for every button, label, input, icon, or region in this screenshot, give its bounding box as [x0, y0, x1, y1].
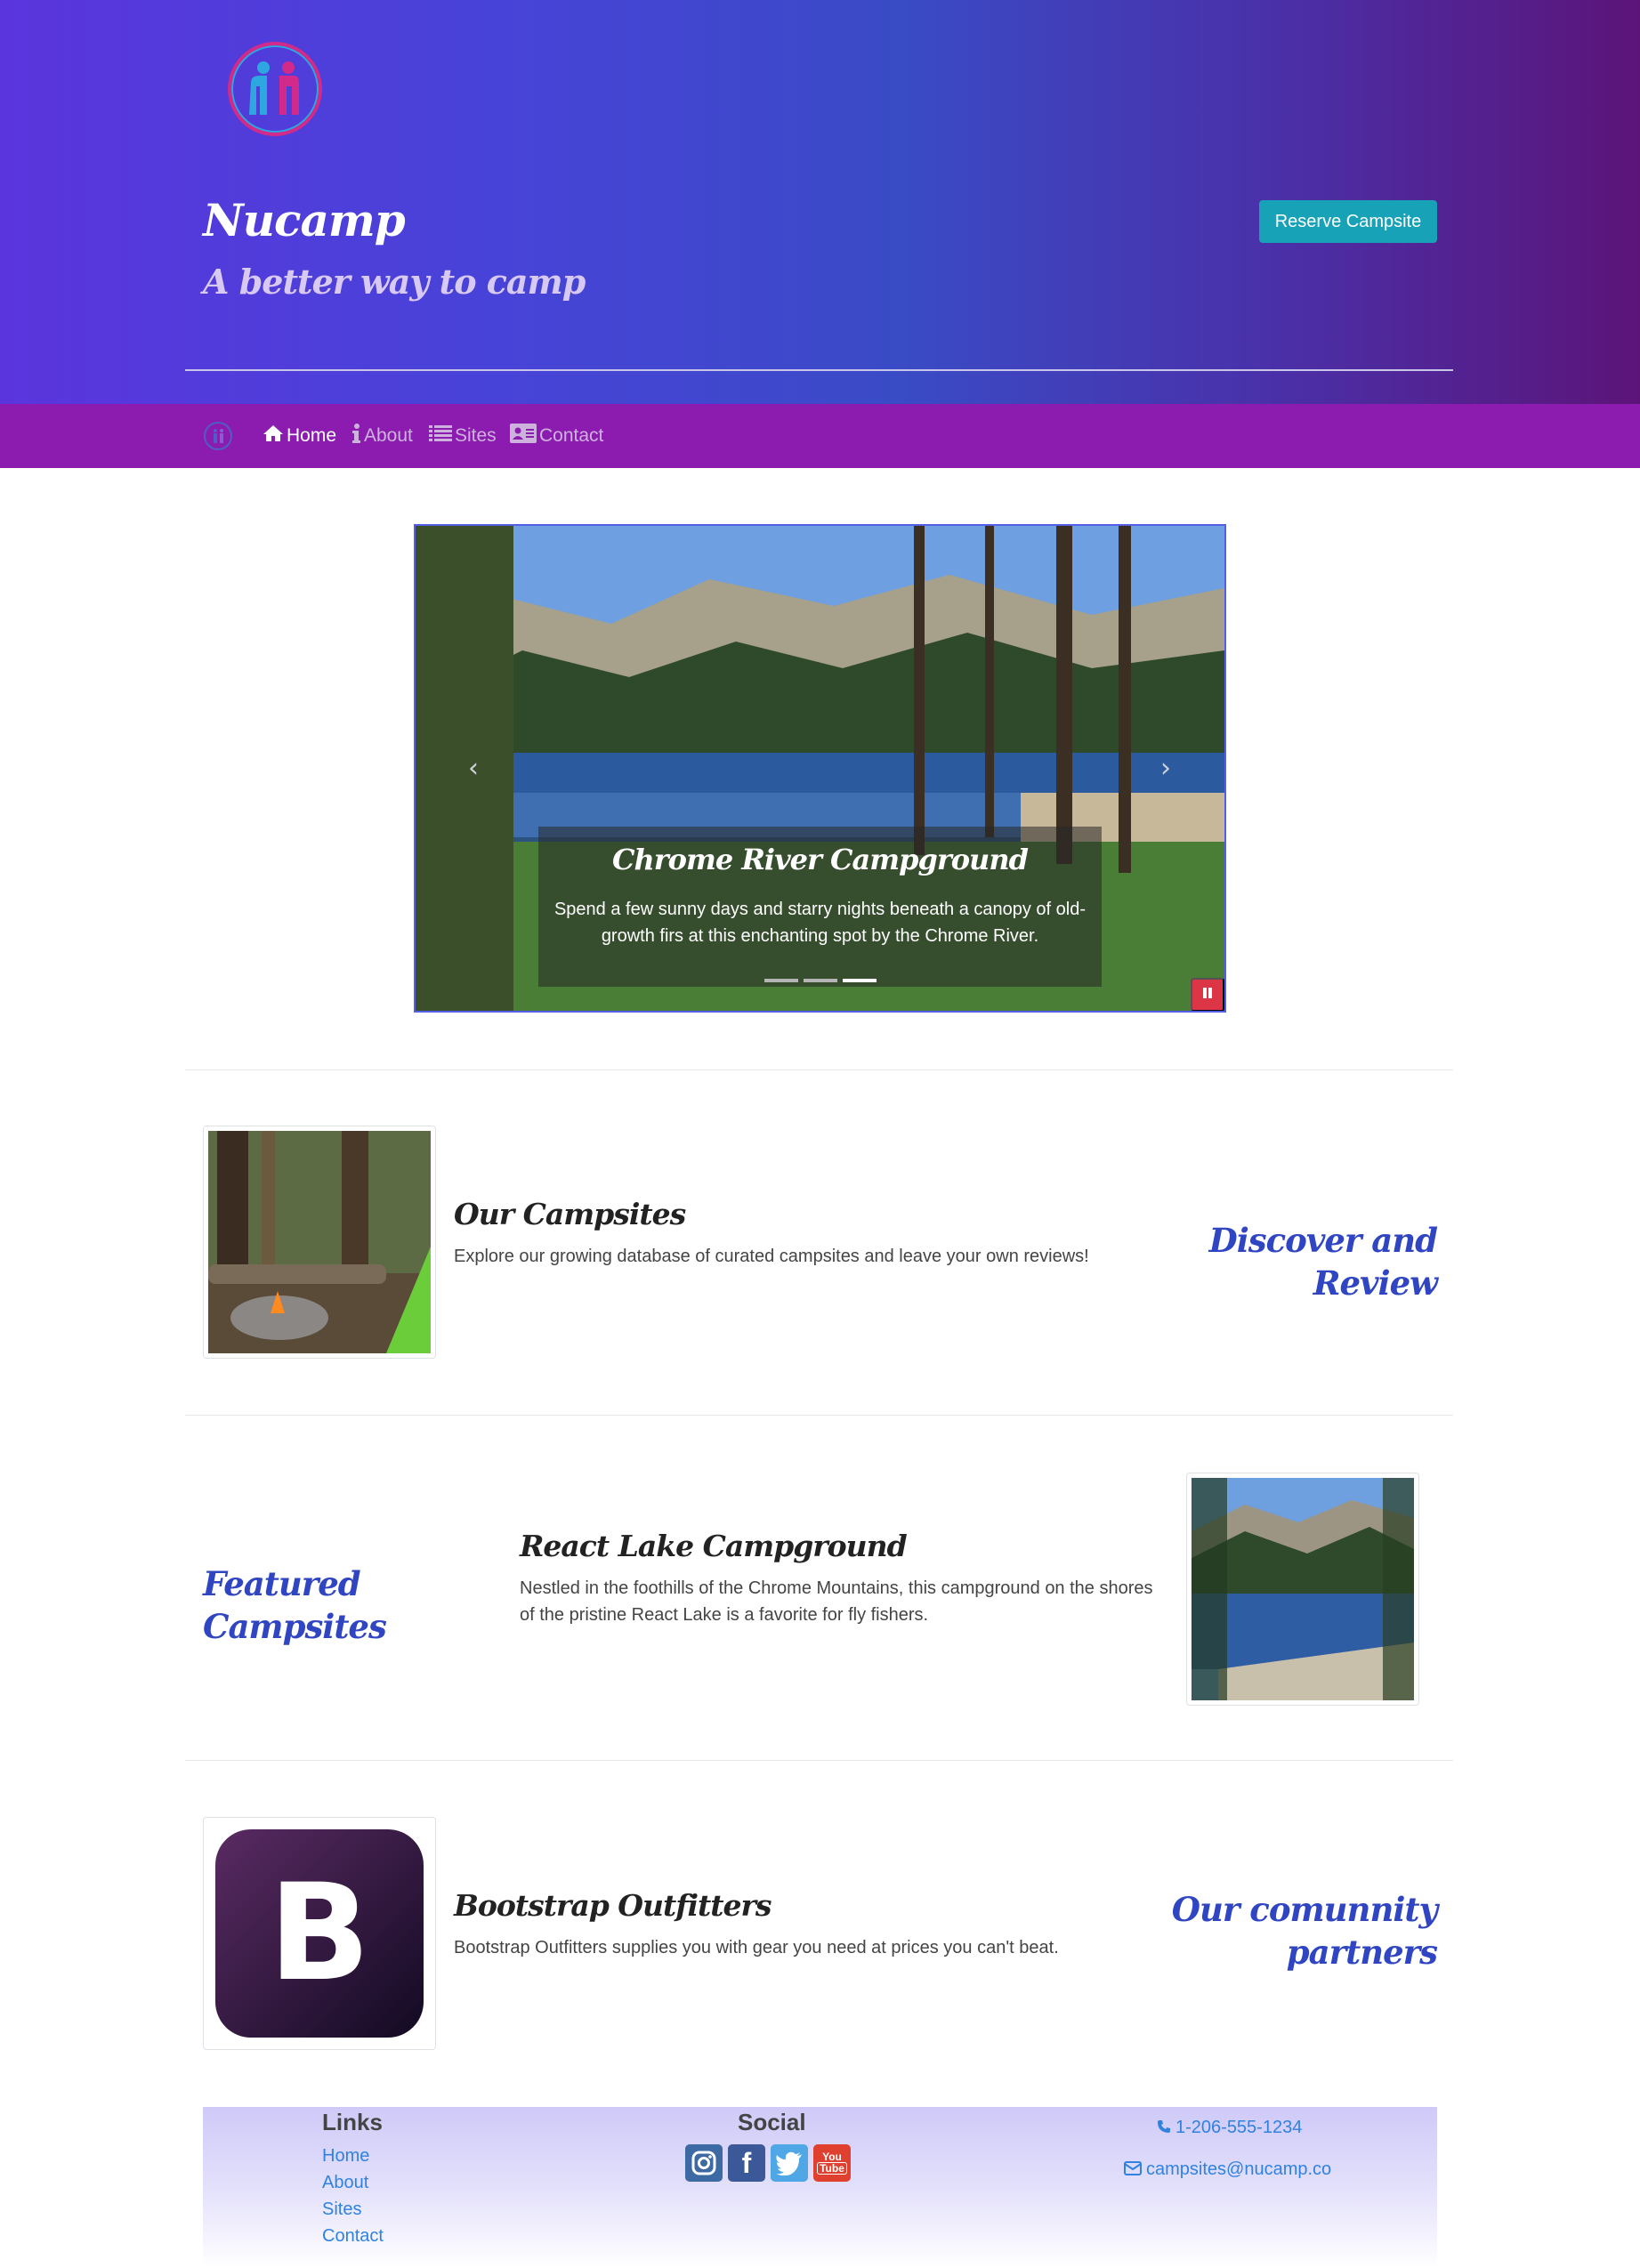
jumbotron: Nucamp A better way to camp Reserve Camp… — [0, 0, 1640, 404]
header-divider — [185, 369, 1453, 371]
phone-icon — [1157, 2119, 1171, 2137]
section-side-heading: Discover and Review — [1208, 1221, 1438, 1303]
section-text: Nestled in the foothills of the Chrome M… — [520, 1578, 1153, 1625]
navbar-logo[interactable] — [204, 422, 232, 450]
carousel-indicator[interactable] — [764, 979, 798, 982]
carousel-caption: Chrome River Campground Spend a few sunn… — [538, 827, 1102, 987]
carousel-next-icon[interactable]: › — [1154, 755, 1177, 782]
nav-label-home: Home — [287, 425, 337, 446]
react-lake-thumbnail — [1186, 1473, 1419, 1706]
nav-label-contact: Contact — [539, 425, 604, 446]
footer-email[interactable]: campsites@nucamp.co — [1124, 2159, 1331, 2180]
carousel-caption-title: Chrome River Campground — [612, 843, 1029, 876]
section-divider — [185, 1415, 1453, 1416]
carousel-prev-icon[interactable]: ‹ — [462, 755, 485, 782]
bootstrap-logo-letter: B — [268, 1856, 371, 2011]
nav-item-sites[interactable]: Sites — [429, 424, 497, 448]
nucamp-logo — [228, 42, 322, 136]
carousel-pause-button[interactable] — [1191, 978, 1224, 1011]
carousel-indicator-active[interactable] — [843, 979, 877, 982]
footer-links-heading: Links — [322, 2109, 383, 2135]
footer-link-sites[interactable]: Sites — [322, 2199, 361, 2220]
address-card-icon — [510, 424, 537, 448]
footer-social-heading: Social — [738, 2109, 806, 2135]
instagram-icon[interactable] — [685, 2144, 723, 2182]
reserve-campsite-button[interactable]: Reserve Campsite — [1259, 200, 1437, 243]
site-title: Nucamp — [203, 194, 406, 246]
footer-link-contact[interactable]: Contact — [322, 2226, 384, 2247]
footer-email-text: campsites@nucamp.co — [1146, 2159, 1332, 2179]
envelope-icon — [1124, 2160, 1142, 2179]
nav-label-sites: Sites — [455, 425, 497, 446]
list-icon — [429, 424, 452, 448]
nav-item-about[interactable]: About — [351, 424, 413, 448]
section-divider — [185, 1069, 1453, 1070]
facebook-icon[interactable]: f — [728, 2144, 765, 2182]
youtube-icon[interactable]: You Tube — [813, 2144, 851, 2182]
partner-logo-thumbnail: B — [203, 1817, 436, 2050]
pause-icon — [1201, 987, 1214, 1004]
section-title: Our Campsites — [454, 1197, 686, 1231]
main-navbar: Home About Sites Contact — [0, 404, 1640, 468]
twitter-icon[interactable] — [771, 2144, 808, 2182]
section-side-heading: Featured Campsites — [203, 1564, 387, 1646]
footer-phone[interactable]: 1-206-555-1234 — [1157, 2118, 1302, 2138]
site-subtitle: A better way to camp — [203, 262, 586, 302]
section-side-heading: Our comunnity partners — [1171, 1890, 1438, 1972]
nav-item-contact[interactable]: Contact — [510, 424, 603, 448]
section-text: Bootstrap Outfitters supplies you with g… — [454, 1938, 1059, 1957]
carousel-caption-text: Spend a few sunny days and starry nights… — [553, 900, 1087, 946]
info-icon — [351, 424, 361, 448]
nav-item-home[interactable]: Home — [263, 424, 336, 448]
footer-link-home[interactable]: Home — [322, 2146, 369, 2167]
nav-label-about: About — [364, 425, 413, 446]
footer-link-about[interactable]: About — [322, 2173, 368, 2193]
section-divider — [185, 1760, 1453, 1761]
footer-phone-text: 1-206-555-1234 — [1175, 2118, 1303, 2137]
campsites-thumbnail — [203, 1126, 436, 1359]
home-icon — [263, 424, 284, 448]
campsite-carousel[interactable]: ‹ › Chrome River Campground Spend a few … — [414, 524, 1226, 1013]
carousel-indicator[interactable] — [804, 979, 837, 982]
section-text: Explore our growing database of curated … — [454, 1247, 1089, 1266]
section-title: React Lake Campground — [520, 1529, 908, 1563]
section-title: Bootstrap Outfitters — [454, 1888, 772, 1923]
